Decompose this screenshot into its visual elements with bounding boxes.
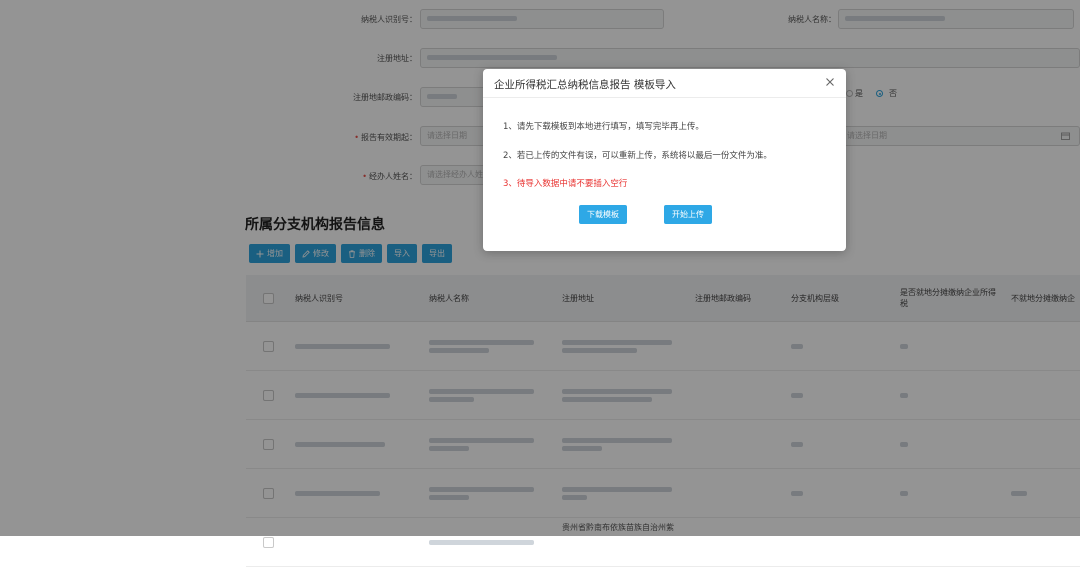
dialog-title: 企业所得税汇总纳税信息报告 模板导入 — [494, 79, 676, 91]
close-icon[interactable] — [825, 77, 835, 87]
download-template-button[interactable]: 下载模板 — [579, 205, 627, 224]
start-upload-button[interactable]: 开始上传 — [664, 205, 712, 224]
dialog-header: 企业所得税汇总纳税信息报告 模板导入 — [483, 69, 846, 98]
instruction-line-2: 2、若已上传的文件有误，可以重新上传，系统将以最后一份文件为准。 — [503, 151, 772, 161]
import-template-dialog: 企业所得税汇总纳税信息报告 模板导入 1、请先下载模板到本地进行填写，填写完毕再… — [483, 69, 846, 251]
instruction-line-1: 1、请先下载模板到本地进行填写，填写完毕再上传。 — [503, 122, 704, 132]
instruction-warning: 3、待导入数据中请不要插入空行 — [503, 179, 628, 189]
row-checkbox[interactable] — [263, 536, 274, 548]
